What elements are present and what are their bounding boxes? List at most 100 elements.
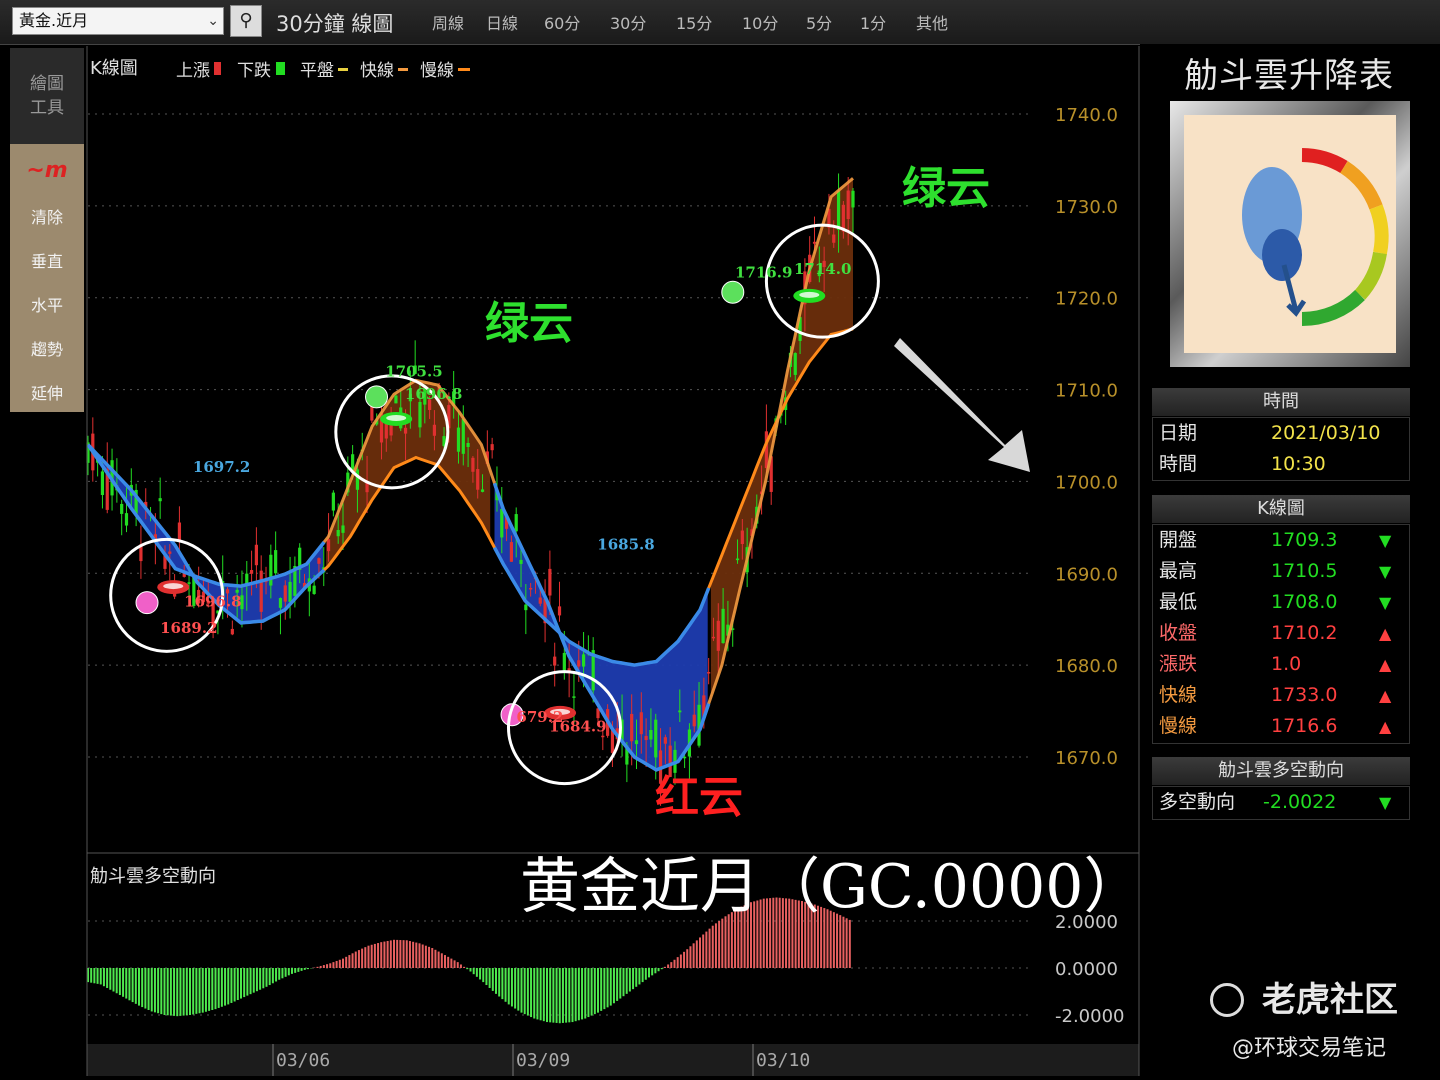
cloud-shadow-icon <box>1262 229 1302 281</box>
k-row: 漲跌 1.0 ▲ <box>1153 649 1409 680</box>
x-tick-label: 03/06 <box>276 1050 330 1071</box>
legend-fast-swatch <box>398 68 408 71</box>
k-row-value: 1716.6 <box>1271 715 1338 737</box>
green-cloud-label-1: 绿云 <box>485 298 573 349</box>
down-arrow-icon: ▼ <box>1379 562 1392 581</box>
author-handle: @环球交易笔记 <box>1232 1036 1387 1061</box>
candle-body <box>634 740 639 745</box>
k-row: 快線 1733.0 ▲ <box>1153 680 1409 711</box>
y-tick-label: 1680.0 <box>1055 656 1118 677</box>
legend-slow-swatch <box>458 68 470 71</box>
gauge-frame <box>1170 101 1410 367</box>
candle-body <box>269 554 273 586</box>
k-row: 開盤 1709.3 ▼ <box>1153 525 1409 556</box>
y-tick-label: 1690.0 <box>1055 564 1118 585</box>
candle-body <box>312 585 316 594</box>
y-tick-label: 1710.0 <box>1055 381 1118 402</box>
signal-ball <box>365 385 389 409</box>
price-annotation: 1684.9 <box>549 717 606 735</box>
legend-up-swatch <box>214 62 221 75</box>
right-panel: 觔斗雲升降表 時間 日期 2021/03/10 時間 10:30 K線圖 開盤 1 <box>1140 44 1440 1080</box>
price-annotation: 1697.2 <box>193 458 250 476</box>
candle-body <box>630 713 634 742</box>
gauge-green-arc <box>1301 289 1365 327</box>
candle-body <box>562 652 566 671</box>
candle-body <box>572 696 576 698</box>
candle-body <box>317 558 321 564</box>
x-tick-label: 03/09 <box>516 1050 570 1071</box>
k-row-label: 最低 <box>1159 591 1198 613</box>
gauge-lime-arc <box>1354 251 1387 300</box>
candle-body <box>836 190 841 230</box>
price-annotation: 1714.0 <box>794 260 851 278</box>
legend-fast: 快線 <box>360 61 394 81</box>
price-annotation: 1705.5 <box>385 363 442 381</box>
candle-body <box>610 730 615 753</box>
k-row: 收盤 1710.2 ▲ <box>1153 618 1409 649</box>
gauge-svg <box>1242 148 1389 327</box>
up-arrow-icon: ▲ <box>1379 624 1392 643</box>
gauge-red-arc <box>1301 148 1348 174</box>
legend-down-swatch <box>276 62 285 75</box>
gauge-orange-arc <box>1339 161 1383 210</box>
k-row-label: 收盤 <box>1159 622 1198 644</box>
time-value: 10:30 <box>1271 453 1326 475</box>
up-arrow-icon: ▲ <box>1379 686 1392 705</box>
candle-body <box>245 573 249 585</box>
time-label: 時間 <box>1159 453 1198 475</box>
price-annotation: 1716.9 <box>735 264 792 282</box>
direction-table: 多空動向 -2.0022 ▼ <box>1152 786 1410 820</box>
legend-slow: 慢線 <box>420 60 454 81</box>
candle-body <box>100 471 105 496</box>
legend-up: 上漲 <box>176 61 210 81</box>
candle-body <box>254 544 258 566</box>
gauge-yellow-arc <box>1369 204 1389 255</box>
candle-body <box>480 489 485 492</box>
k-row-label: 漲跌 <box>1159 653 1198 675</box>
candle-body <box>707 672 711 674</box>
down-arrow-icon: ▼ <box>1379 593 1392 612</box>
cloud-mark-highlight <box>799 291 820 298</box>
up-arrow-icon: ▲ <box>1379 655 1392 674</box>
candle-body <box>331 492 335 511</box>
date-value: 2021/03/10 <box>1271 422 1381 444</box>
panel-title: 觔斗雲升降表 <box>1184 56 1394 96</box>
direction-down-icon: ▼ <box>1379 793 1392 812</box>
k-row-value: 1709.3 <box>1271 529 1338 551</box>
candle-body <box>716 620 720 651</box>
sub-pane-title: 觔斗雲多空動向 <box>90 866 216 887</box>
candle-body <box>490 444 494 451</box>
y-tick-label: 1720.0 <box>1055 289 1118 310</box>
sub-y-tick-label: -2.0000 <box>1055 1006 1124 1027</box>
x-axis-band <box>87 1044 1139 1076</box>
gauge-image <box>1184 115 1396 353</box>
candle-body <box>158 498 162 502</box>
candle-body <box>663 737 667 744</box>
candle-body <box>538 597 542 604</box>
price-annotation: 1689.2 <box>160 619 217 637</box>
candle-body <box>341 525 345 533</box>
cloud-mark-icon <box>380 411 413 426</box>
tiger-logo-icon <box>1210 983 1244 1017</box>
candle-body <box>288 581 292 602</box>
k-row-value: 1733.0 <box>1271 684 1338 706</box>
x-tick-label: 03/10 <box>756 1050 810 1071</box>
candle-body <box>683 756 687 759</box>
candle-body <box>846 190 850 220</box>
candle-body <box>278 598 283 608</box>
k-header: K線圖 <box>1152 495 1410 523</box>
candle-body <box>851 190 855 208</box>
candle-body <box>418 401 422 428</box>
candle-body <box>514 514 518 532</box>
y-tick-label: 1730.0 <box>1055 197 1118 218</box>
k-row-value: 1710.5 <box>1271 560 1338 582</box>
candle-body <box>124 513 129 526</box>
candle-body <box>548 568 552 596</box>
y-tick-label: 1700.0 <box>1055 472 1118 493</box>
candle-body <box>601 735 605 738</box>
candle-body <box>283 585 287 602</box>
k-row: 最低 1708.0 ▼ <box>1153 587 1409 618</box>
candle-body <box>649 729 653 740</box>
candle-body <box>557 606 562 616</box>
candle-body <box>461 418 465 454</box>
